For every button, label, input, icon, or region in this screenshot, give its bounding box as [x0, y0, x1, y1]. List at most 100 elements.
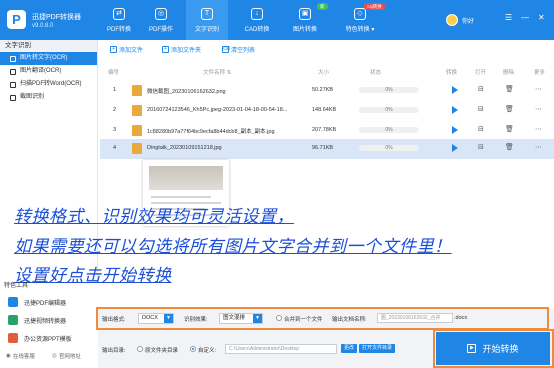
row-filename: Dingtalk_20230109151218.jpg — [147, 145, 222, 151]
open-folder-icon[interactable]: ⊟ — [478, 85, 484, 93]
delete-icon[interactable]: 🗑 — [505, 85, 514, 93]
top-bar: P 迅捷PDF转换器 v9.0.8.0 ⇄ PDF转换 ◎ PDF操作 T 文字… — [0, 0, 554, 40]
table-row[interactable]: 2 20160724123546_Kh5Pc.jpeg-2023-01-04-1… — [100, 101, 554, 121]
online-service-label: 在线客服 — [12, 354, 35, 360]
more-icon[interactable]: ⋯ — [535, 143, 542, 151]
radio-custom[interactable] — [190, 346, 196, 352]
sidebar-item-label: 图片转文字(OCR) — [20, 55, 68, 61]
nav-ocr[interactable]: T 文字识别 — [186, 0, 228, 40]
globe-icon: ◎ — [52, 353, 57, 359]
video-converter-icon — [8, 315, 18, 325]
pdf-editor-icon — [8, 297, 18, 307]
add-folder-button[interactable]: + 添加文件夹 — [162, 44, 201, 54]
tool-pdf-editor[interactable]: 迅捷PDF编辑器 — [8, 295, 66, 309]
nav-label: 文字识别 — [194, 26, 219, 33]
convert-icon: ⇄ — [113, 7, 125, 20]
radio-source-folder[interactable] — [137, 346, 143, 352]
convert-play-icon[interactable] — [452, 144, 458, 152]
online-service-link[interactable]: ◉ 在线客服 — [6, 352, 35, 360]
start-convert-label: 开始转换 — [482, 344, 519, 354]
row-index: 4 — [113, 145, 117, 151]
menu-icon[interactable]: ☰ — [505, 13, 512, 22]
convert-play-icon[interactable] — [452, 126, 458, 134]
sidebar-item-scan-pdf[interactable]: 扫描PDF转Word(OCR) — [0, 78, 97, 91]
file-thumbnail — [132, 85, 142, 96]
change-dir-button[interactable]: 更改 — [341, 344, 358, 353]
header-index: 编号 — [108, 70, 120, 76]
delete-icon[interactable]: 🗑 — [505, 143, 514, 151]
cad-icon: ↓ — [251, 7, 263, 20]
close-icon[interactable]: ✕ — [538, 13, 545, 22]
nav-pdf-ops[interactable]: ◎ PDF操作 — [140, 0, 182, 40]
app-version: v9.0.8.0 — [32, 23, 54, 29]
add-folder-label: 添加文件夹 — [171, 47, 202, 54]
minimize-icon[interactable]: — — [521, 13, 529, 22]
app-logo: P — [7, 10, 26, 29]
header-convert: 转换 — [446, 70, 458, 76]
ocr-icon: T — [201, 7, 213, 20]
tool-label: 迅捷PDF编辑器 — [24, 300, 67, 307]
convert-play-icon[interactable] — [452, 106, 458, 114]
row-progress: 0% — [359, 127, 419, 133]
website-link[interactable]: ◎ 官网地址 — [52, 352, 81, 360]
user-area[interactable]: 你好 — [446, 14, 474, 26]
tool-label: 办公资源PPT模板 — [24, 336, 72, 343]
settings-highlight-box — [96, 307, 549, 330]
new-badge: 新 — [317, 3, 328, 10]
sidebar-item-screenshot[interactable]: 截图识别 — [0, 91, 97, 104]
sidebar-item-image-translate[interactable]: 图片翻译(OCR) — [0, 65, 97, 78]
row-filename: 微信截图_20230106162632.png — [147, 89, 226, 95]
file-thumbnail — [132, 105, 142, 116]
image-translate-icon — [10, 68, 16, 75]
tool-video-converter[interactable]: 迅捷视频转换器 — [8, 313, 66, 327]
open-folder-icon[interactable]: ⊟ — [478, 105, 484, 113]
preview-text-line — [151, 196, 211, 198]
row-progress: 0% — [359, 107, 419, 113]
sidebar-item-image-to-text[interactable]: 图片转文字(OCR) — [0, 52, 97, 65]
scan-pdf-icon — [10, 81, 16, 88]
image-convert-icon: ▣ — [299, 7, 311, 20]
more-icon[interactable]: ⋯ — [535, 125, 542, 133]
play-icon: ▶ — [467, 344, 477, 353]
add-file-button[interactable]: + 添加文件 — [110, 44, 143, 54]
ppt-template-icon — [8, 333, 18, 343]
tool-ppt-template[interactable]: 办公资源PPT模板 — [8, 331, 72, 345]
row-index: 1 — [113, 87, 117, 93]
avatar — [446, 14, 458, 26]
delete-icon[interactable]: 🗑 — [505, 105, 514, 113]
nav-cad[interactable]: ↓ CAD转换 — [236, 0, 278, 40]
website-label: 官网地址 — [58, 354, 81, 360]
row-size: 148.64KB — [312, 107, 337, 113]
add-folder-icon: + — [162, 45, 169, 53]
row-size: 96.71KB — [312, 145, 334, 151]
header-name[interactable]: 文件名称 ⇅ — [203, 68, 231, 76]
row-progress: 0% — [359, 87, 419, 93]
file-thumbnail — [132, 125, 142, 136]
headset-icon: ◉ — [6, 353, 11, 359]
output-dir-input[interactable]: C:\Users\Administrator\Desktop — [225, 344, 337, 354]
add-file-icon: + — [110, 45, 117, 53]
open-folder-icon[interactable]: ⊟ — [478, 143, 484, 151]
table-row[interactable]: 3 1c88280b97a77f64bc9ecfa8b44dcb8_副本_副本.… — [100, 121, 554, 141]
nav-label: 特色转换 ▾ — [346, 24, 375, 33]
clear-icon: ⌫ — [222, 45, 231, 53]
row-index: 3 — [113, 127, 117, 133]
more-icon[interactable]: ⋯ — [535, 85, 542, 93]
radio-source-label: 原文件夹目录 — [145, 348, 179, 354]
convert-play-icon[interactable] — [452, 86, 458, 94]
header-delete: 删除 — [503, 70, 515, 76]
nav-pdf-convert[interactable]: ⇄ PDF转换 — [98, 0, 140, 40]
table-row[interactable]: 1 微信截图_20230106162632.png 50.27KB 0% ⊟ 🗑… — [100, 81, 554, 101]
delete-icon[interactable]: 🗑 — [505, 125, 514, 133]
clear-list-button[interactable]: ⌫ 清空列表 — [222, 44, 255, 54]
header-more: 更多 — [534, 70, 546, 76]
start-convert-button[interactable]: ▶ 开始转换 — [436, 332, 550, 365]
more-icon[interactable]: ⋯ — [535, 105, 542, 113]
open-folder-icon[interactable]: ⊟ — [478, 125, 484, 133]
add-file-label: 添加文件 — [119, 47, 144, 54]
screenshot-icon — [10, 94, 16, 101]
clear-list-label: 清空列表 — [231, 47, 256, 54]
file-thumbnail — [132, 143, 142, 154]
open-folder-button[interactable]: 打开文件目录 — [359, 344, 396, 353]
table-row-selected[interactable]: 4 Dingtalk_20230109151218.jpg 96.71KB 0%… — [100, 139, 554, 159]
